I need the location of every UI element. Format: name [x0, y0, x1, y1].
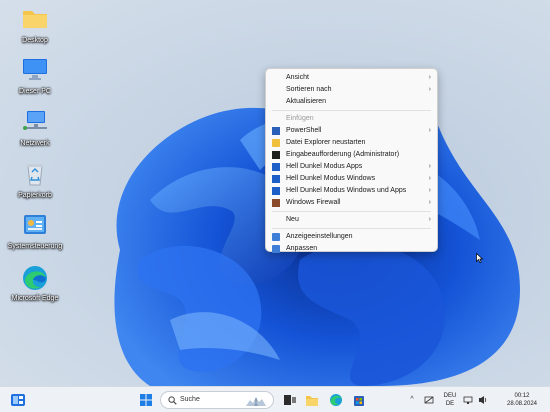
menu-item-light-dark-windows-apps[interactable]: Hell Dunkel Modus Windows und Apps ›	[266, 185, 437, 197]
taskbar-app-task-view[interactable]	[283, 391, 297, 409]
menu-item-label: Ansicht	[286, 74, 309, 81]
file-explorer-icon	[306, 396, 318, 406]
menu-item-display-settings[interactable]: Anzeigeeinstellungen	[266, 231, 437, 243]
desktop[interactable]: Desktop Dieser PC Netzwerk Papierkorb Sy…	[0, 0, 550, 386]
chevron-right-icon: ›	[428, 74, 431, 81]
windows-logo-icon	[140, 394, 152, 406]
monitor-icon	[21, 57, 49, 85]
menu-item-powershell[interactable]: PowerShell ›	[266, 125, 437, 137]
menu-item-sort-by[interactable]: Sortieren nach ›	[266, 84, 437, 96]
menu-item-label: Einfügen	[286, 115, 314, 122]
recycle-bin-icon	[21, 161, 49, 189]
clock-time: 00:12	[514, 393, 530, 399]
chevron-right-icon: ›	[428, 86, 431, 93]
firewall-icon	[272, 199, 280, 207]
chevron-right-icon: ›	[428, 127, 431, 134]
menu-item-label: Aktualisieren	[286, 98, 327, 105]
task-view-icon	[284, 395, 296, 405]
chevron-right-icon: ›	[428, 199, 431, 206]
desktop-icon-recycle-bin[interactable]: Papierkorb	[5, 161, 65, 199]
menu-separator	[272, 110, 431, 111]
menu-item-cmd-admin[interactable]: Eingabeaufforderung (Administrator)	[266, 149, 437, 161]
menu-item-light-dark-windows[interactable]: Hell Dunkel Modus Windows ›	[266, 173, 437, 185]
tray-overflow-chevron-icon[interactable]: ^	[407, 391, 417, 409]
search-input[interactable]: Suche	[160, 391, 274, 409]
chevron-right-icon: ›	[428, 187, 431, 194]
menu-item-firewall[interactable]: Windows Firewall ›	[266, 197, 437, 209]
menu-item-personalize[interactable]: Anpassen	[266, 243, 437, 255]
powershell-icon	[272, 127, 280, 135]
menu-item-refresh[interactable]: Aktualisieren	[266, 96, 437, 108]
network-icon	[21, 109, 49, 137]
monitor-tray-icon[interactable]	[463, 391, 473, 409]
mouse-pointer-icon	[476, 253, 484, 263]
desktop-icon-label: Dieser PC	[19, 88, 51, 95]
desktop-icon-label: Netzwerk	[20, 140, 50, 147]
windows-flag-icon	[272, 187, 280, 195]
windows-flag-icon	[272, 163, 280, 171]
chevron-right-icon: ›	[428, 163, 431, 170]
chevron-right-icon: ›	[428, 175, 431, 182]
control-panel-icon	[21, 212, 49, 240]
menu-item-label: Eingabeaufforderung (Administrator)	[286, 151, 400, 158]
menu-item-label: Neu	[286, 216, 299, 223]
taskbar-clock[interactable]: 00:12 28.08.2024	[499, 392, 545, 410]
personalize-icon	[272, 245, 280, 253]
taskbar-app-edge[interactable]	[329, 391, 343, 409]
desktop-icon-edge[interactable]: Microsoft Edge	[5, 264, 65, 302]
menu-item-restart-explorer[interactable]: Datei Explorer neustarten	[266, 137, 437, 149]
chevron-right-icon: ›	[428, 216, 431, 223]
widgets-icon[interactable]	[10, 391, 26, 409]
clock-date: 28.08.2024	[506, 401, 538, 407]
network-status-icon[interactable]	[424, 391, 434, 409]
store-icon	[354, 396, 364, 406]
language-line1: DEU	[443, 393, 457, 399]
search-placeholder: Suche	[180, 396, 200, 403]
search-icon	[168, 396, 177, 405]
menu-item-view[interactable]: Ansicht ›	[266, 72, 437, 84]
menu-separator	[272, 228, 431, 229]
menu-item-label: Sortieren nach	[286, 86, 332, 93]
display-settings-icon	[272, 233, 280, 241]
menu-separator	[272, 211, 431, 212]
windows-flag-icon	[272, 175, 280, 183]
desktop-icon-label: Microsoft Edge	[11, 295, 59, 302]
volume-icon[interactable]	[478, 391, 488, 409]
menu-item-label: Hell Dunkel Modus Windows und Apps	[286, 187, 407, 194]
menu-item-paste[interactable]: Einfügen	[266, 113, 437, 125]
menu-item-label: Anzeigeeinstellungen	[286, 233, 353, 240]
folder-icon	[272, 139, 280, 147]
desktop-icon-this-pc[interactable]: Dieser PC	[5, 57, 65, 95]
search-highlight-icon	[246, 397, 266, 406]
taskbar: Suche ^ DEU DE 00:12 28.08.2024	[0, 386, 550, 412]
desktop-icon-control-panel[interactable]: Systemsteuerung	[5, 212, 65, 250]
taskbar-app-store[interactable]	[352, 391, 366, 409]
desktop-icon-desktop[interactable]: Desktop	[5, 6, 65, 44]
menu-item-label: Windows Firewall	[286, 199, 341, 206]
command-prompt-icon	[272, 151, 280, 159]
menu-item-label: PowerShell	[286, 127, 322, 134]
taskbar-app-file-explorer[interactable]	[305, 391, 319, 409]
menu-item-light-dark-apps[interactable]: Hell Dunkel Modus Apps ›	[266, 161, 437, 173]
menu-item-label: Hell Dunkel Modus Windows	[286, 175, 376, 182]
language-indicator[interactable]: DEU DE	[442, 392, 458, 410]
desktop-context-menu: Ansicht › Sortieren nach › Aktualisieren…	[265, 68, 438, 255]
language-line2: DE	[445, 401, 455, 407]
desktop-icon-label: Papierkorb	[18, 192, 52, 199]
desktop-icon-label: Systemsteuerung	[7, 243, 63, 250]
menu-item-label: Hell Dunkel Modus Apps	[286, 163, 363, 170]
menu-item-label: Anpassen	[286, 245, 318, 252]
desktop-icon-network[interactable]: Netzwerk	[5, 109, 65, 147]
start-button[interactable]	[138, 391, 154, 409]
desktop-icon-label: Desktop	[22, 37, 48, 44]
edge-icon	[330, 394, 342, 406]
menu-item-label: Datei Explorer neustarten	[286, 139, 366, 146]
folder-icon	[21, 6, 49, 34]
menu-item-new[interactable]: Neu ›	[266, 214, 437, 226]
edge-icon	[21, 264, 49, 292]
